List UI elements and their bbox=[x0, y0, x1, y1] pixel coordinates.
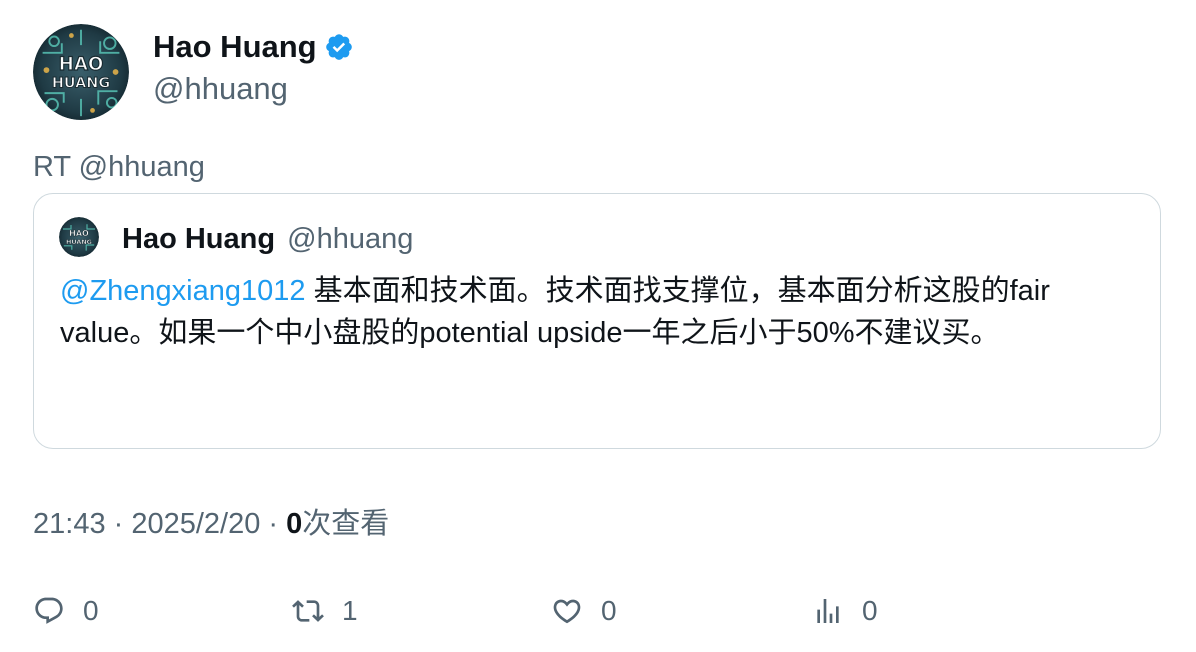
quoted-author-name[interactable]: Hao Huang bbox=[122, 223, 275, 255]
tweet-time[interactable]: 21:43 bbox=[33, 508, 106, 540]
tweet-meta: 21:43 · 2025/2/20 · 0次查看 bbox=[33, 505, 389, 543]
reply-button[interactable]: 0 bbox=[33, 592, 99, 630]
reply-icon bbox=[35, 597, 63, 624]
author-avatar[interactable]: HAO HUANG bbox=[33, 24, 129, 120]
verified-badge-icon[interactable] bbox=[324, 32, 354, 62]
heart-icon bbox=[553, 599, 581, 624]
analytics-icon bbox=[817, 599, 839, 623]
views-button[interactable]: 0 bbox=[812, 592, 878, 630]
svg-text:HAO: HAO bbox=[69, 229, 89, 238]
author-name-row: Hao Huang bbox=[153, 27, 354, 67]
quoted-tweet-header: Hao Huang @hhuang bbox=[122, 220, 413, 258]
svg-text:HUANG: HUANG bbox=[52, 75, 110, 91]
retweet-icon bbox=[292, 600, 324, 622]
author-display-name[interactable]: Hao Huang bbox=[153, 27, 317, 67]
quoted-tweet-card[interactable]: HAO HUANG Hao Huang @hhuang @Zhengxiang1… bbox=[33, 193, 1161, 449]
tweet-text: RT @hhuang bbox=[33, 151, 205, 183]
meta-views-count: 0 bbox=[286, 508, 303, 540]
like-count: 0 bbox=[601, 595, 617, 626]
quoted-tweet-text: @Zhengxiang1012 基本面和技术面。技术面找支撑位，基本面分析这股的… bbox=[60, 270, 1130, 354]
author-handle[interactable]: @hhuang bbox=[153, 69, 288, 109]
reply-count: 0 bbox=[83, 595, 99, 626]
svg-text:HAO: HAO bbox=[59, 54, 104, 75]
quoted-author-handle[interactable]: @hhuang bbox=[287, 223, 413, 255]
like-button[interactable]: 0 bbox=[551, 592, 617, 630]
retweet-count: 1 bbox=[342, 595, 358, 626]
retweet-button[interactable]: 1 bbox=[292, 592, 358, 630]
meta-views-label: 次查看 bbox=[302, 508, 390, 540]
meta-separator: · bbox=[105, 508, 132, 540]
svg-text:HUANG: HUANG bbox=[66, 238, 92, 246]
tweet-date[interactable]: 2025/2/20 bbox=[131, 508, 260, 540]
views-count: 0 bbox=[862, 595, 878, 626]
quoted-author-avatar[interactable]: HAO HUANG bbox=[59, 217, 99, 257]
mention-link[interactable]: @Zhengxiang1012 bbox=[60, 275, 306, 307]
meta-separator: · bbox=[260, 508, 287, 540]
